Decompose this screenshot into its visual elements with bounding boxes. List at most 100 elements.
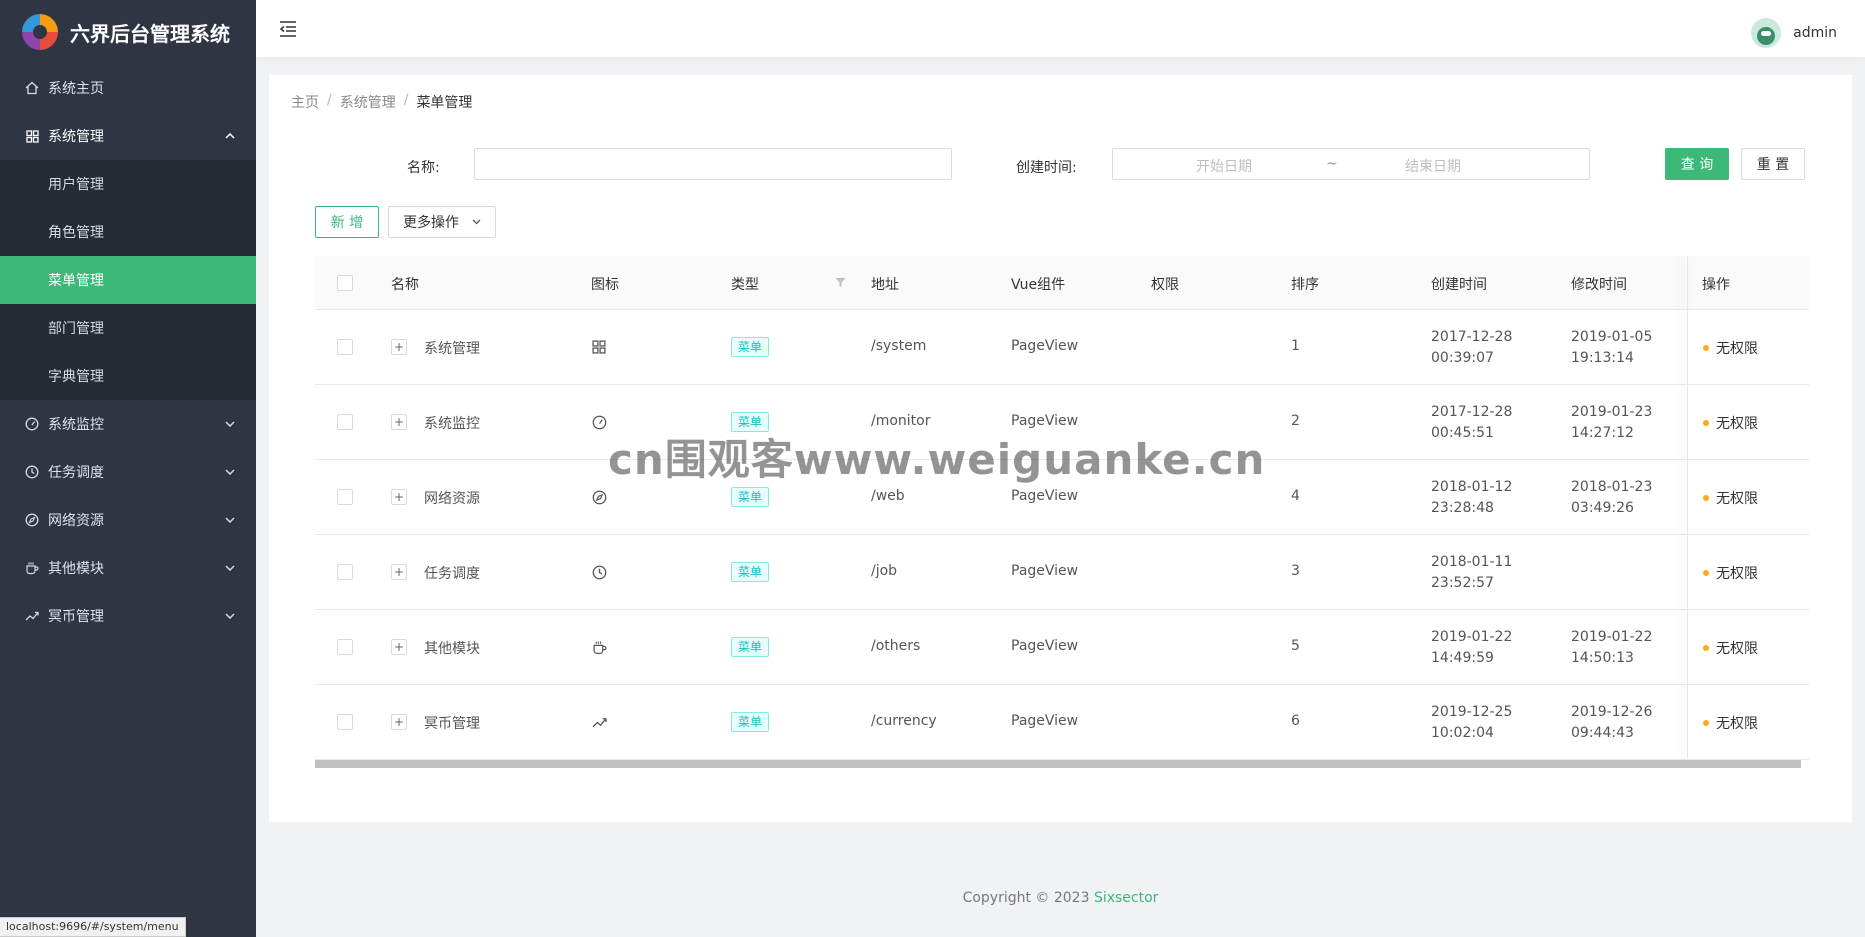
user-menu[interactable]: admin [1751, 18, 1837, 48]
chevron-down-icon [224, 610, 236, 622]
more-actions-button[interactable]: 更多操作 [388, 206, 496, 238]
created-time-label: 创建时间: [1016, 160, 1077, 176]
home-icon [24, 80, 40, 96]
breadcrumb: 主页 / 系统管理 / 菜单管理 [291, 92, 472, 112]
avatar [1751, 18, 1782, 48]
row-checkbox[interactable] [337, 564, 353, 580]
trend-icon [24, 608, 40, 624]
top-bar: admin [256, 0, 1865, 58]
col-order: 排序 [1291, 277, 1319, 293]
col-name: 名称 [391, 277, 419, 293]
dashboard-icon [592, 415, 607, 430]
sidebar-item-jobs[interactable]: 任务调度 [0, 448, 256, 496]
row-checkbox[interactable] [337, 489, 353, 505]
sidebar-item-label: 字典管理 [48, 369, 104, 385]
type-tag: 菜单 [731, 712, 770, 732]
expand-row-button[interactable]: + [391, 489, 407, 505]
row-created: 2019-12-25 10:02:04 [1431, 704, 1513, 741]
row-created: 2018-01-11 23:52:57 [1431, 554, 1513, 591]
horizontal-scrollbar[interactable] [315, 760, 1801, 768]
sidebar-item-web[interactable]: 网络资源 [0, 496, 256, 544]
row-checkbox[interactable] [337, 414, 353, 430]
range-separator: ~ [1326, 156, 1338, 172]
sidebar-item-label: 用户管理 [48, 177, 104, 193]
add-button[interactable]: 新 增 [315, 206, 379, 238]
footer: Copyright © 2023 Sixsector [256, 890, 1865, 906]
sidebar-item-users[interactable]: 用户管理 [0, 160, 256, 208]
footer-link[interactable]: Sixsector [1094, 890, 1158, 906]
row-path: /others [871, 638, 921, 654]
row-created: 2018-01-12 23:28:48 [1431, 479, 1513, 516]
sidebar-item-label: 网络资源 [48, 513, 104, 529]
row-checkbox[interactable] [337, 714, 353, 730]
table-row: + 任务调度 菜单 /job PageView 3 2018-01-11 23:5… [315, 535, 1809, 610]
sidebar-item-monitor[interactable]: 系统监控 [0, 400, 256, 448]
expand-row-button[interactable]: + [391, 414, 407, 430]
type-tag: 菜单 [731, 487, 770, 507]
row-checkbox[interactable] [337, 639, 353, 655]
status-dot [1703, 645, 1709, 651]
expand-row-button[interactable]: + [391, 714, 407, 730]
row-component: PageView [1011, 638, 1079, 654]
end-date-input[interactable]: 结束日期 [1405, 156, 1461, 176]
row-modified: 2019-01-22 14:50:13 [1571, 629, 1653, 666]
date-range-picker[interactable]: 开始日期 ~ 结束日期 [1112, 148, 1590, 180]
table-header: 名称 图标 类型 地址 Vue组件 权限 排序 创建时间 修改时间 操作 [315, 256, 1809, 310]
sidebar-item-currency[interactable]: 冥币管理 [0, 592, 256, 640]
coffee-icon [592, 640, 607, 655]
row-name: 网络资源 [424, 491, 480, 507]
chevron-down-icon [224, 562, 236, 574]
sidebar-item-home[interactable]: 系统主页 [0, 64, 256, 112]
browser-status-bar: localhost:9696/#/system/menu [0, 917, 186, 937]
expand-row-button[interactable]: + [391, 564, 407, 580]
copyright-text: Copyright © 2023 [962, 890, 1094, 906]
sidebar-item-departments[interactable]: 部门管理 [0, 304, 256, 352]
reset-button[interactable]: 重 置 [1741, 148, 1805, 180]
table-row: + 冥币管理 菜单 /currency PageView 6 2019-12-2… [315, 685, 1809, 760]
row-order: 4 [1291, 488, 1300, 504]
row-action-status: 无权限 [1716, 491, 1758, 507]
breadcrumb-separator: / [403, 92, 409, 108]
status-dot [1703, 420, 1709, 426]
fixed-column-divider [1687, 256, 1688, 758]
row-order: 3 [1291, 563, 1300, 579]
query-button[interactable]: 查 询 [1665, 148, 1729, 180]
sidebar-item-dictionary[interactable]: 字典管理 [0, 352, 256, 400]
filter-icon[interactable] [835, 277, 846, 288]
menu-fold-icon[interactable] [278, 19, 298, 39]
expand-row-button[interactable]: + [391, 639, 407, 655]
watermark-text: cn围观客www.weiguanke.cn [608, 435, 1266, 484]
sidebar-item-label: 其他模块 [48, 561, 104, 577]
sidebar-item-roles[interactable]: 角色管理 [0, 208, 256, 256]
row-checkbox[interactable] [337, 339, 353, 355]
sidebar-item-label: 角色管理 [48, 225, 104, 241]
row-action-status: 无权限 [1716, 341, 1758, 357]
row-component: PageView [1011, 713, 1079, 729]
breadcrumb-home[interactable]: 主页 [291, 92, 319, 112]
breadcrumb-system[interactable]: 系统管理 [340, 92, 396, 112]
clock-icon [24, 464, 40, 480]
sidebar-item-label: 菜单管理 [48, 273, 104, 289]
col-modified: 修改时间 [1571, 277, 1627, 293]
select-all-checkbox[interactable] [337, 275, 353, 291]
start-date-input[interactable]: 开始日期 [1196, 156, 1252, 176]
sidebar-item-menus[interactable]: 菜单管理 [0, 256, 256, 304]
row-name: 系统监控 [424, 416, 480, 432]
name-input[interactable] [474, 148, 952, 180]
row-component: PageView [1011, 563, 1079, 579]
row-modified: 2018-01-23 03:49:26 [1571, 479, 1653, 516]
menu-table: 名称 图标 类型 地址 Vue组件 权限 排序 创建时间 修改时间 操作 + 系… [315, 256, 1809, 760]
expand-row-button[interactable]: + [391, 339, 407, 355]
clock-icon [592, 565, 607, 580]
sidebar-item-others[interactable]: 其他模块 [0, 544, 256, 592]
row-order: 1 [1291, 338, 1300, 354]
row-action-status: 无权限 [1716, 716, 1758, 732]
sidebar-item-system[interactable]: 系统管理 [0, 112, 256, 160]
brand[interactable]: 六界后台管理系统 [0, 0, 256, 64]
status-dot [1703, 570, 1709, 576]
row-created: 2017-12-28 00:45:51 [1431, 404, 1513, 441]
chevron-down-icon [224, 418, 236, 430]
sidebar-item-label: 系统管理 [48, 129, 104, 145]
sidebar-item-label: 系统主页 [48, 81, 104, 97]
row-action-status: 无权限 [1716, 641, 1758, 657]
